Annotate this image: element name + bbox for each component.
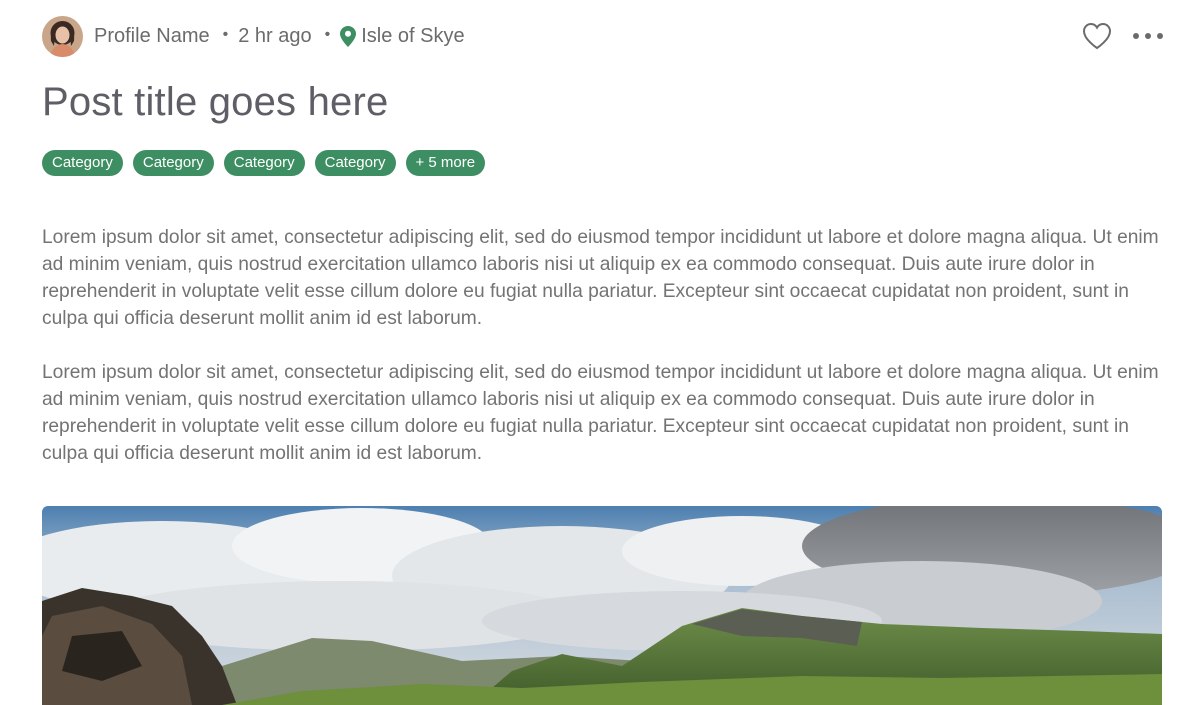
hero-image [42,506,1162,705]
location[interactable]: Isle of Skye [340,24,465,48]
separator-dot: • [324,26,331,43]
tag-chip[interactable]: Category [132,150,214,176]
more-tags-chip[interactable]: + 5 more [405,150,486,176]
map-pin-icon [340,25,357,47]
paragraph: Lorem ipsum dolor sit amet, consectetur … [42,362,1159,464]
header-actions [1082,22,1164,50]
post-title: Post title goes here [42,80,389,124]
post-header: Profile Name • 2 hr ago • Isle of Skye [42,15,1164,57]
tag-list: Category Category Category Category + 5 … [42,150,486,176]
heart-icon[interactable] [1082,22,1112,50]
location-label: Isle of Skye [361,24,465,47]
profile-name[interactable]: Profile Name [94,25,210,48]
tag-chip[interactable]: Category [42,150,123,176]
separator-dot: • [222,26,229,43]
post-page: Profile Name • 2 hr ago • Isle of Skye P… [0,0,1200,705]
tag-chip[interactable]: Category [223,150,305,176]
post-body: Lorem ipsum dolor sit amet, consectetur … [42,224,1166,494]
tag-chip[interactable]: Category [314,150,396,176]
avatar[interactable] [42,15,83,57]
paragraph: Lorem ipsum dolor sit amet, consectetur … [42,227,1159,329]
more-icon[interactable] [1132,31,1164,41]
time-ago: 2 hr ago [238,24,312,47]
